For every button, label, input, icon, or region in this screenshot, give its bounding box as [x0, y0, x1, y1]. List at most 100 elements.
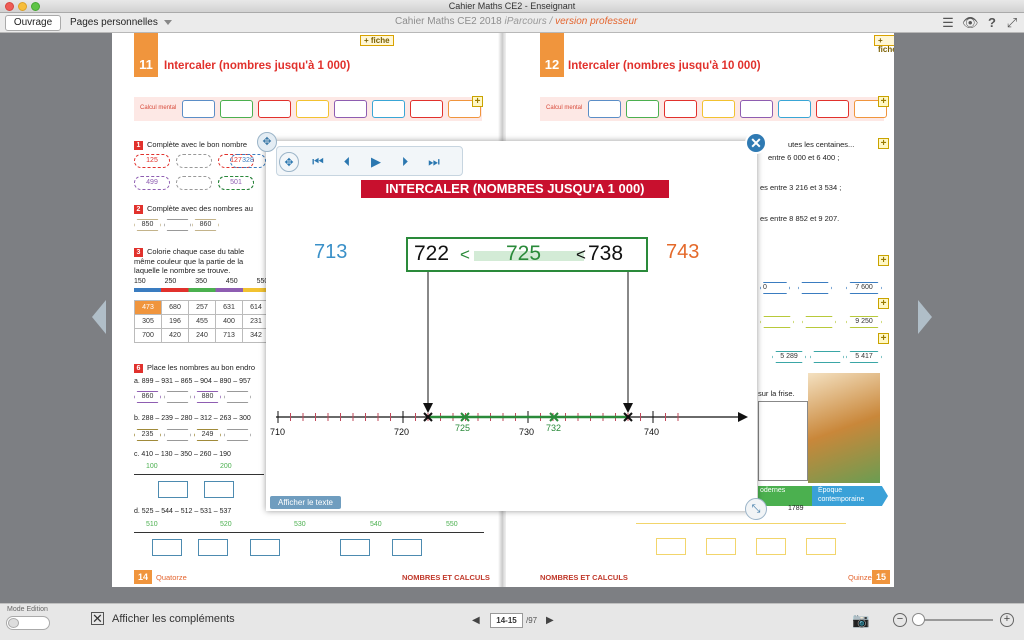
- mode-edition-toggle[interactable]: [6, 616, 50, 630]
- app-window: Cahier Maths CE2 - Enseignant Ouvrage Pa…: [0, 0, 1024, 640]
- cloud-blank[interactable]: [176, 176, 212, 190]
- zoom-slider-track[interactable]: [913, 619, 993, 621]
- zoom-window-button[interactable]: [31, 2, 40, 11]
- prev-page-icon[interactable]: ◀: [472, 615, 480, 626]
- table-cell[interactable]: 455: [188, 314, 216, 329]
- prev-page-arrow[interactable]: [92, 300, 106, 334]
- table-cell[interactable]: 420: [161, 328, 189, 343]
- hex-blank[interactable]: [164, 219, 191, 231]
- table-cell[interactable]: 196: [161, 314, 189, 329]
- app-toolbar: Ouvrage Pages personnelles Cahier Maths …: [0, 13, 1024, 33]
- calcul-mental-box[interactable]: [296, 100, 329, 118]
- interactive-animation-popup: ✥ ✕ ✥ ⏮ ⏴ ▶ ⏵ ⏭ INTERCALER (NOMBRES JUSQ…: [257, 132, 767, 520]
- table-cell[interactable]: 631: [215, 300, 243, 315]
- tab-ouvrage[interactable]: Ouvrage: [5, 15, 61, 31]
- add-button[interactable]: +: [472, 96, 483, 107]
- exercise-2: 2 Complète avec des nombres au: [134, 204, 253, 214]
- tab-pages-personnelles[interactable]: Pages personnelles: [70, 15, 172, 31]
- answer-box[interactable]: [340, 539, 370, 556]
- answer-box[interactable]: [250, 539, 280, 556]
- exercise-6b: b. 288 – 239 – 280 – 312 – 263 – 300: [134, 415, 251, 422]
- hex-blank[interactable]: [760, 316, 794, 328]
- calcul-mental-box[interactable]: [220, 100, 253, 118]
- hex-blank[interactable]: [164, 391, 191, 403]
- add-button[interactable]: +: [878, 255, 889, 266]
- next-page-icon[interactable]: ▶: [546, 615, 554, 626]
- document-name: Cahier Maths CE2 2018: [395, 16, 502, 27]
- answer-box[interactable]: [158, 481, 188, 498]
- axis-green-label: 725: [455, 423, 470, 433]
- calcul-mental-box[interactable]: [664, 100, 697, 118]
- zoom-in-icon[interactable]: +: [1000, 613, 1014, 627]
- calcul-mental-band: Calcul mental: [540, 97, 887, 121]
- help-icon[interactable]: ?: [984, 15, 1000, 31]
- table-cell[interactable]: 305: [134, 314, 162, 329]
- tick-label: 550: [446, 521, 458, 528]
- cloud-blank[interactable]: [176, 154, 212, 168]
- answer-box[interactable]: [392, 539, 422, 556]
- close-window-button[interactable]: [5, 2, 14, 11]
- page-total: /97: [526, 616, 538, 625]
- answer-box[interactable]: [706, 538, 736, 555]
- table-cell[interactable]: 240: [188, 328, 216, 343]
- zoom-out-icon[interactable]: −: [893, 613, 907, 627]
- add-button[interactable]: +: [878, 333, 889, 344]
- table-cell[interactable]: 680: [161, 300, 189, 315]
- calcul-mental-box[interactable]: [588, 100, 621, 118]
- table-cell[interactable]: 700: [134, 328, 162, 343]
- answer-box[interactable]: [198, 539, 228, 556]
- hex-value: 860: [134, 391, 161, 403]
- calcul-mental-box[interactable]: [702, 100, 735, 118]
- eye-icon[interactable]: 👁: [962, 15, 979, 31]
- answer-box[interactable]: [152, 539, 182, 556]
- calcul-mental-box[interactable]: [740, 100, 773, 118]
- next-page-arrow[interactable]: [918, 300, 932, 334]
- fiche-button[interactable]: + fiche: [360, 35, 394, 46]
- table-cell[interactable]: 473: [134, 300, 162, 315]
- answer-box[interactable]: [656, 538, 686, 555]
- exercise-text: utes les centaines...: [788, 140, 855, 149]
- axis-green-label: 732: [546, 423, 561, 433]
- table-cell[interactable]: 400: [215, 314, 243, 329]
- answer-box[interactable]: [756, 538, 786, 555]
- calcul-mental-box[interactable]: [626, 100, 659, 118]
- document-version: version professeur: [555, 16, 638, 27]
- complements-checkbox[interactable]: ✕: [91, 612, 104, 625]
- fiche-button[interactable]: + fiche: [874, 35, 894, 54]
- year-label: 1789: [788, 505, 804, 512]
- hex-blank[interactable]: [164, 429, 191, 441]
- calcul-mental-box[interactable]: [334, 100, 367, 118]
- hex-value: 0: [760, 282, 790, 294]
- add-button[interactable]: +: [878, 298, 889, 309]
- camera-icon[interactable]: 📷: [851, 612, 871, 628]
- calcul-mental-box[interactable]: [816, 100, 849, 118]
- tick-label: 510: [146, 521, 158, 528]
- calcul-mental-box[interactable]: [182, 100, 215, 118]
- page-number-field[interactable]: 14-15: [490, 613, 523, 628]
- hex-blank[interactable]: [802, 316, 836, 328]
- resize-icon[interactable]: ⤡: [745, 498, 767, 520]
- axis-label: 710: [270, 427, 285, 437]
- calcul-mental-box[interactable]: [258, 100, 291, 118]
- add-button[interactable]: +: [878, 96, 889, 107]
- answer-box[interactable]: [204, 481, 234, 498]
- hex-blank[interactable]: [224, 391, 251, 403]
- exercise-text: es entre 3 216 et 3 534 ;: [760, 183, 842, 192]
- calcul-mental-box[interactable]: [410, 100, 443, 118]
- list-icon[interactable]: ☰: [940, 15, 956, 31]
- zoom-slider-knob[interactable]: [912, 613, 925, 626]
- hex-blank[interactable]: [810, 351, 844, 363]
- calcul-mental-label: Calcul mental: [546, 105, 583, 111]
- table-cell[interactable]: 257: [188, 300, 216, 315]
- show-text-button[interactable]: Afficher le texte: [270, 496, 341, 509]
- calcul-mental-box[interactable]: [372, 100, 405, 118]
- hex-blank[interactable]: [224, 429, 251, 441]
- hex-value: 9 250: [846, 316, 882, 328]
- table-cell[interactable]: 713: [215, 328, 243, 343]
- minimize-window-button[interactable]: [18, 2, 27, 11]
- calcul-mental-box[interactable]: [778, 100, 811, 118]
- answer-box[interactable]: [806, 538, 836, 555]
- add-button[interactable]: +: [878, 138, 889, 149]
- fullscreen-icon[interactable]: ⤢: [1004, 15, 1020, 31]
- number-line: [134, 474, 264, 475]
